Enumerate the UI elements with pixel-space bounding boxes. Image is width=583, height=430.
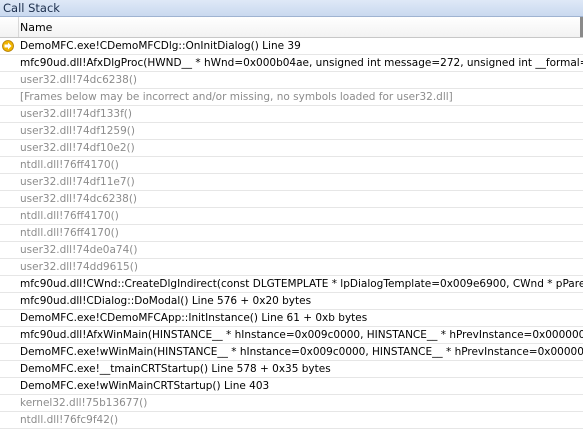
stack-frame-row[interactable]: DemoMFC.exe!wWinMain(HINSTANCE__ * hInst… [0, 344, 583, 361]
frame-name: DemoMFC.exe!CDemoMFCDlg::OnInitDialog() … [20, 40, 301, 52]
frame-name: ntdll.dll!76ff4170() [20, 227, 119, 239]
frame-name: user32.dll!74dd9615() [20, 261, 138, 273]
frame-gutter [0, 259, 18, 275]
frame-gutter [0, 344, 18, 360]
frame-gutter [0, 395, 18, 411]
stack-frame-row[interactable]: ntdll.dll!76fc9f42() [0, 412, 583, 429]
stack-frame-row[interactable]: mfc90ud.dll!AfxDlgProc(HWND__ * hWnd=0x0… [0, 55, 583, 72]
frame-name: user32.dll!74dc6238() [20, 193, 138, 205]
frame-name: DemoMFC.exe!wWinMainCRTStartup() Line 40… [20, 380, 270, 392]
column-header: Name [0, 17, 583, 38]
frame-gutter [0, 157, 18, 173]
stack-frame-row[interactable]: user32.dll!74dc6238() [0, 72, 583, 89]
column-header-name[interactable]: Name [20, 21, 52, 34]
call-stack-list: DemoMFC.exe!CDemoMFCDlg::OnInitDialog() … [0, 38, 583, 429]
frame-name: ntdll.dll!76ff4170() [20, 159, 119, 171]
frame-gutter [0, 208, 18, 224]
frame-gutter [0, 89, 18, 105]
frame-gutter [0, 106, 18, 122]
call-stack-titlebar: Call Stack [0, 0, 583, 17]
frame-name: user32.dll!74df1259() [20, 125, 135, 137]
frame-gutter [0, 378, 18, 394]
frame-name: mfc90ud.dll!CDialog::DoModal() Line 576 … [20, 295, 312, 307]
stack-frame-row[interactable]: user32.dll!74de0a74() [0, 242, 583, 259]
frame-gutter [0, 242, 18, 258]
frame-name: mfc90ud.dll!AfxWinMain(HINSTANCE__ * hIn… [20, 329, 583, 341]
frame-gutter [0, 174, 18, 190]
frame-name: DemoMFC.exe!wWinMain(HINSTANCE__ * hInst… [20, 346, 583, 358]
frame-gutter [0, 310, 18, 326]
frame-name: user32.dll!74df133f() [20, 108, 132, 120]
frame-name: kernel32.dll!75b13677() [20, 397, 148, 409]
frame-gutter [0, 191, 18, 207]
stack-frame-row[interactable]: DemoMFC.exe!wWinMainCRTStartup() Line 40… [0, 378, 583, 395]
stack-frame-row[interactable]: mfc90ud.dll!CDialog::DoModal() Line 576 … [0, 293, 583, 310]
frame-name: ntdll.dll!76fc9f42() [20, 414, 119, 426]
frame-gutter [0, 412, 18, 428]
stack-frame-row[interactable]: user32.dll!74df1259() [0, 123, 583, 140]
stack-frame-row[interactable]: user32.dll!74df133f() [0, 106, 583, 123]
stack-frame-row[interactable]: user32.dll!74dc6238() [0, 191, 583, 208]
stack-frame-row[interactable]: DemoMFC.exe!__tmainCRTStartup() Line 578… [0, 361, 583, 378]
frame-gutter [0, 327, 18, 343]
frame-name: mfc90ud.dll!AfxDlgProc(HWND__ * hWnd=0x0… [20, 57, 583, 69]
stack-frame-row[interactable]: user32.dll!74dd9615() [0, 259, 583, 276]
stack-frame-row[interactable]: mfc90ud.dll!CWnd::CreateDlgIndirect(cons… [0, 276, 583, 293]
frame-gutter [0, 55, 18, 71]
frame-gutter [0, 276, 18, 292]
frame-name: user32.dll!74df10e2() [20, 142, 135, 154]
frame-gutter [0, 361, 18, 377]
stack-frame-row[interactable]: ntdll.dll!76ff4170() [0, 157, 583, 174]
stack-frame-row[interactable]: DemoMFC.exe!CDemoMFCApp::InitInstance() … [0, 310, 583, 327]
frame-name: user32.dll!74de0a74() [20, 244, 138, 256]
stack-frame-row[interactable]: ntdll.dll!76ff4170() [0, 225, 583, 242]
frame-name: user32.dll!74df11e7() [20, 176, 135, 188]
frame-gutter [0, 140, 18, 156]
frame-name: mfc90ud.dll!CWnd::CreateDlgIndirect(cons… [20, 278, 583, 290]
frame-gutter [0, 72, 18, 88]
frame-gutter [0, 38, 18, 54]
frame-name: [Frames below may be incorrect and/or mi… [20, 91, 453, 103]
stack-frame-row[interactable]: user32.dll!74df11e7() [0, 174, 583, 191]
stack-frame-row[interactable]: DemoMFC.exe!CDemoMFCDlg::OnInitDialog() … [0, 38, 583, 55]
stack-frame-row[interactable]: kernel32.dll!75b13677() [0, 395, 583, 412]
window-title: Call Stack [3, 1, 60, 15]
stack-frame-row[interactable]: ntdll.dll!76ff4170() [0, 208, 583, 225]
frame-gutter [0, 225, 18, 241]
frame-gutter [0, 123, 18, 139]
frame-name: DemoMFC.exe!CDemoMFCApp::InitInstance() … [20, 312, 368, 324]
frame-name: ntdll.dll!76ff4170() [20, 210, 119, 222]
stack-frame-row[interactable]: mfc90ud.dll!AfxWinMain(HINSTANCE__ * hIn… [0, 327, 583, 344]
current-frame-arrow-icon [2, 40, 14, 52]
gutter-header [0, 17, 19, 37]
frame-name: DemoMFC.exe!__tmainCRTStartup() Line 578… [20, 363, 331, 375]
frame-name: user32.dll!74dc6238() [20, 74, 138, 86]
stack-frame-row[interactable]: user32.dll!74df10e2() [0, 140, 583, 157]
stack-frame-row[interactable]: [Frames below may be incorrect and/or mi… [0, 89, 583, 106]
frame-gutter [0, 293, 18, 309]
